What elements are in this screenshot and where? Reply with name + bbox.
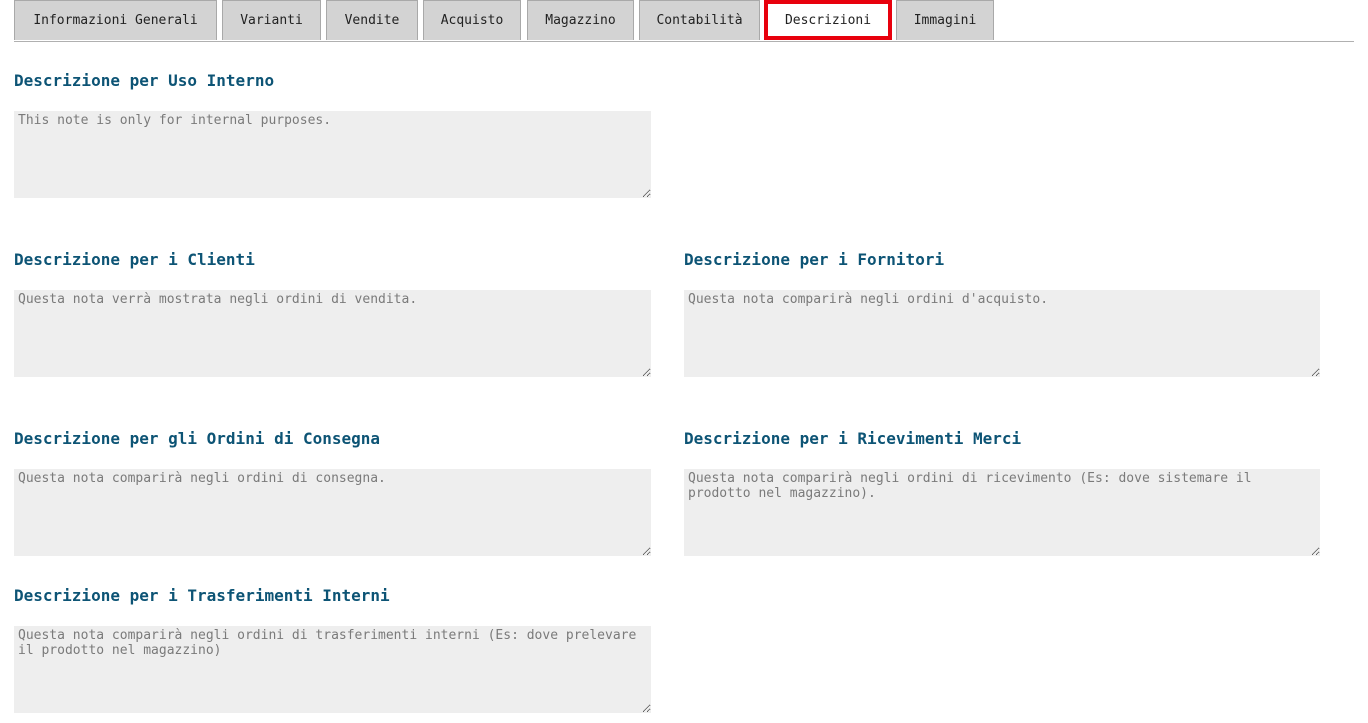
section-title-suppliers: Descrizione per i Fornitori: [684, 250, 945, 269]
section-title-delivery: Descrizione per gli Ordini di Consegna: [14, 429, 381, 448]
tab-contabilita[interactable]: Contabilità: [639, 0, 760, 40]
tab-acquisto[interactable]: Acquisto: [423, 0, 521, 40]
notebook-tab-bar: Informazioni Generali Varianti Vendite A…: [14, 0, 1354, 42]
transfers-description-field[interactable]: [14, 626, 651, 713]
section-title-transfers: Descrizione per i Trasferimenti Interni: [14, 586, 390, 605]
receipts-description-field[interactable]: [684, 469, 1320, 556]
section-title-receipts: Descrizione per i Ricevimenti Merci: [684, 429, 1022, 448]
tab-varianti[interactable]: Varianti: [222, 0, 321, 40]
tab-descrizioni[interactable]: Descrizioni: [764, 0, 892, 40]
customers-description-field[interactable]: [14, 290, 651, 377]
tab-immagini[interactable]: Immagini: [896, 0, 994, 40]
section-title-customers: Descrizione per i Clienti: [14, 250, 255, 269]
tab-magazzino[interactable]: Magazzino: [527, 0, 634, 40]
delivery-description-field[interactable]: [14, 469, 651, 556]
suppliers-description-field[interactable]: [684, 290, 1320, 377]
tab-vendite[interactable]: Vendite: [326, 0, 418, 40]
internal-description-field[interactable]: [14, 111, 651, 198]
section-title-internal: Descrizione per Uso Interno: [14, 71, 275, 90]
tab-informazioni-generali[interactable]: Informazioni Generali: [14, 0, 217, 40]
